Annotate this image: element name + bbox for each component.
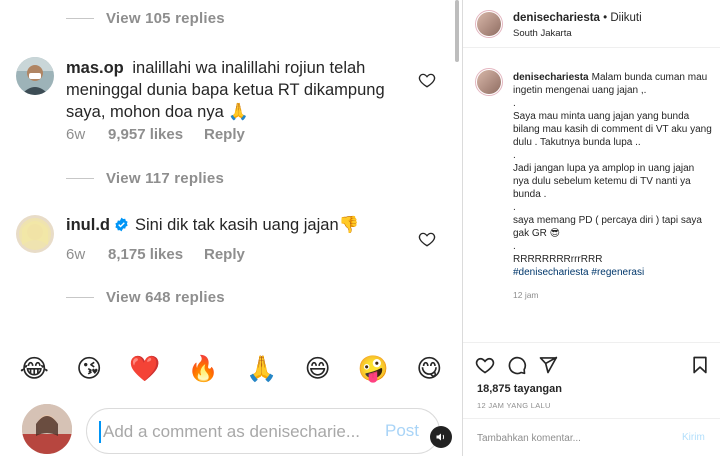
caption-line: RRRRRRRRrrrRRR <box>513 254 603 265</box>
post-button[interactable]: Post <box>385 421 419 441</box>
post-author: denisechariesta • Diikuti <box>513 12 642 24</box>
verified-badge-icon <box>115 217 128 232</box>
post-header: denisechariesta • Diikuti South Jakarta <box>463 0 720 48</box>
caption-line: saya memang PD ( percaya diri ) tapi say… <box>513 215 702 239</box>
caption-line: . <box>513 150 516 161</box>
emoji-kiss-button[interactable]: 😘 <box>76 356 102 381</box>
emoji-grin-button[interactable]: 😄 <box>305 356 331 381</box>
emoji-pray-button[interactable]: 🙏 <box>246 356 277 381</box>
comment-item: mas.op inalillahi wa inalillahi rojiun t… <box>16 57 456 157</box>
post-location[interactable]: South Jakarta <box>513 28 572 39</box>
view-replies-label: View 105 replies <box>106 10 225 27</box>
bookmark-icon[interactable] <box>690 355 710 375</box>
avatar[interactable] <box>475 68 503 96</box>
author-username[interactable]: denisechariesta <box>513 12 600 24</box>
comment-time: 6w <box>66 246 86 263</box>
avatar <box>22 404 72 454</box>
comment-text: Sini dik tak kasih uang jajan👎 <box>135 216 360 234</box>
text-cursor <box>99 421 101 443</box>
add-comment-bar: Kirim <box>463 418 720 456</box>
caption-line: . <box>513 241 516 252</box>
speaker-icon[interactable] <box>430 426 452 448</box>
comment-input[interactable] <box>103 417 363 447</box>
reply-divider-line <box>66 18 94 19</box>
posted-time: 12 JAM YANG LALU <box>477 401 551 410</box>
comment-meta: 6w 9,957 likes Reply <box>66 126 245 143</box>
caption-username[interactable]: denisechariesta <box>513 72 589 83</box>
caption-line: Saya mau minta uang jajan yang bunda bil… <box>513 111 712 148</box>
emoji-reaction-bar: 😂 😘 ❤️ 🔥 🙏 😄 🤪 😋 <box>0 350 462 386</box>
view-count[interactable]: 18,875 tayangan <box>477 383 562 395</box>
avatar[interactable] <box>16 57 54 95</box>
comment-item: inul.d Sini dik tak kasih uang jajan👎 6w … <box>16 215 456 275</box>
comment-username[interactable]: inul.d <box>66 216 110 234</box>
emoji-yum-button[interactable]: 😋 <box>416 356 442 381</box>
comment-meta: 6w 8,175 likes Reply <box>66 246 245 263</box>
comment-input-field[interactable]: Post <box>86 408 440 454</box>
comment-composer: Post <box>0 396 462 456</box>
comment-bubble-icon[interactable] <box>507 355 527 375</box>
share-send-icon[interactable] <box>538 355 558 375</box>
view-replies-button[interactable]: View 648 replies <box>66 289 225 306</box>
caption-time: 12 jam <box>513 290 539 300</box>
reply-divider-line <box>66 297 94 298</box>
view-replies-label: View 648 replies <box>106 289 225 306</box>
send-comment-button[interactable]: Kirim <box>682 432 705 443</box>
comment-likes[interactable]: 8,175 likes <box>108 246 204 263</box>
heart-outline-icon[interactable] <box>475 355 495 375</box>
view-replies-button[interactable]: View 105 replies <box>66 10 225 27</box>
reply-button[interactable]: Reply <box>204 246 245 263</box>
comment-text-block: inul.d Sini dik tak kasih uang jajan👎 <box>66 214 416 236</box>
follow-status: • Diikuti <box>599 12 642 24</box>
comment-thread-panel: View 105 replies mas.op inalillahi wa in… <box>0 0 462 456</box>
comment-text-block: mas.op inalillahi wa inalillahi rojiun t… <box>66 57 416 123</box>
heart-outline-icon[interactable] <box>418 230 436 248</box>
emoji-fire-button[interactable]: 🔥 <box>188 356 219 381</box>
post-side-panel: denisechariesta • Diikuti South Jakarta … <box>463 0 720 456</box>
scrollbar-thumb[interactable] <box>455 0 459 62</box>
caption-hashtags[interactable]: #denisechariesta #regenerasi <box>513 266 713 279</box>
emoji-tears-of-joy-button[interactable]: 😂 <box>20 356 49 381</box>
emoji-heart-button[interactable]: ❤️ <box>129 356 160 381</box>
caption-line: . <box>513 98 516 109</box>
view-replies-button[interactable]: View 117 replies <box>66 170 224 187</box>
comment-likes[interactable]: 9,957 likes <box>108 126 204 143</box>
reply-button[interactable]: Reply <box>204 126 245 143</box>
avatar[interactable] <box>16 215 54 253</box>
reply-divider-line <box>66 178 94 179</box>
caption-line: . <box>513 202 516 213</box>
emoji-zany-button[interactable]: 🤪 <box>358 356 389 381</box>
add-comment-input[interactable] <box>477 429 667 447</box>
comment-time: 6w <box>66 126 86 143</box>
comment-username[interactable]: mas.op <box>66 59 124 77</box>
post-actions: 18,875 tayangan 12 JAM YANG LALU <box>463 342 720 410</box>
avatar[interactable] <box>475 10 503 38</box>
caption-line: Jadi jangan lupa ya amplop in uang jajan… <box>513 163 695 200</box>
post-caption: denisechariesta Malam bunda cuman mau ing… <box>513 71 713 302</box>
heart-outline-icon[interactable] <box>418 71 436 89</box>
view-replies-label: View 117 replies <box>106 170 225 187</box>
